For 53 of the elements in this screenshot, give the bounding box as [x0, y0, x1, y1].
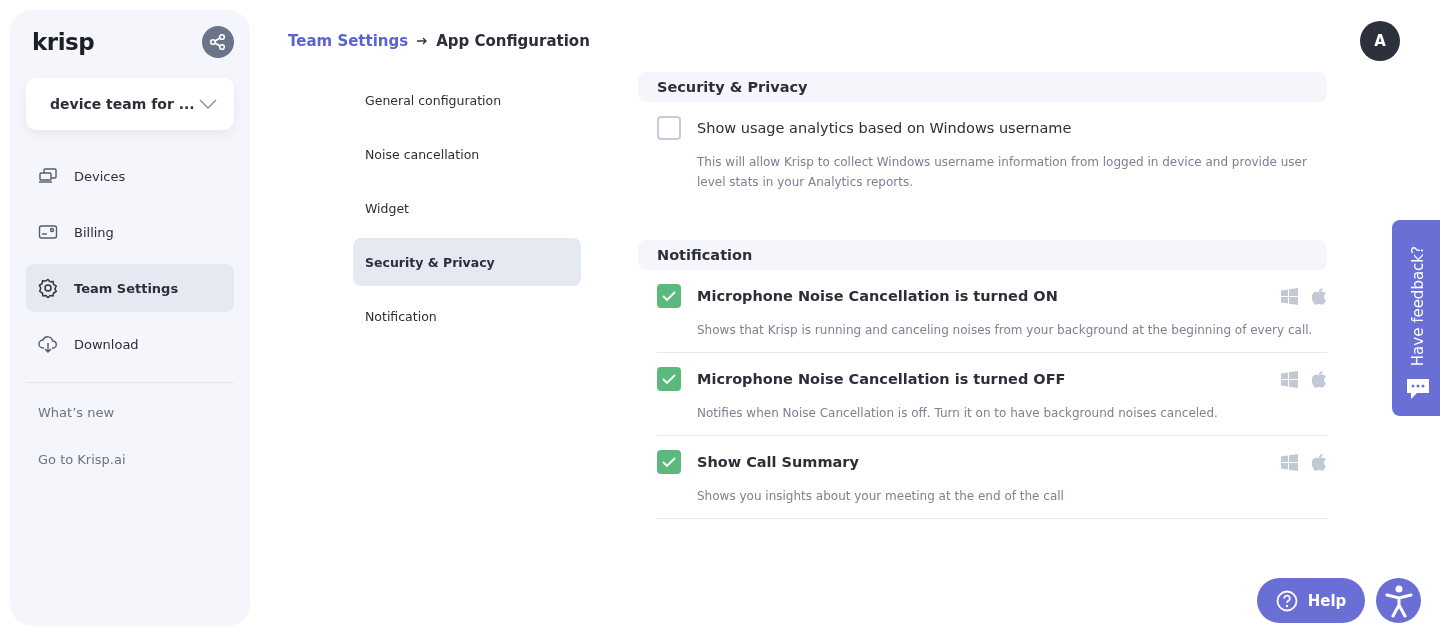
sidebar-item[interactable]: Download [26, 320, 234, 368]
apple-icon [1312, 370, 1327, 388]
sidebar-item[interactable]: Billing [26, 208, 234, 256]
checkmark-icon [661, 290, 677, 302]
sidebar-item[interactable]: Devices [26, 152, 234, 200]
settings-icon [38, 278, 58, 298]
page-title: App Configuration [436, 32, 590, 50]
subnav-item[interactable]: General configuration [353, 76, 581, 124]
apple-icon [1312, 287, 1327, 305]
question-icon [1275, 589, 1298, 612]
sidebar-link[interactable]: What’s new [26, 393, 234, 432]
chevron-down-icon [198, 98, 218, 110]
chat-bubble-icon [1405, 376, 1431, 402]
windows-icon [1281, 370, 1298, 388]
sidebar-link[interactable]: Go to Krisp.ai [26, 440, 234, 479]
team-dropdown[interactable]: device team for ... [26, 78, 234, 130]
checkmark-icon [661, 373, 677, 385]
share-icon [208, 32, 228, 52]
option-label: Show Call Summary [697, 454, 860, 470]
windows-icon [1281, 287, 1298, 305]
option-label: Show usage analytics based on Windows username [697, 120, 1073, 136]
option-label: Microphone Noise Cancellation is turned OFF [697, 371, 1067, 387]
devices-icon [38, 166, 58, 186]
option-description: This will allow Krisp to collect Windows username information from logged in device and provide user level stats in your Analytics reports. [697, 154, 1308, 191]
feedback-tab[interactable]: Have feedback? [1392, 220, 1440, 416]
apple-icon [1312, 453, 1327, 471]
arrow-right-icon [416, 36, 429, 46]
subnav-item[interactable]: Notification [353, 292, 581, 340]
cloud-download-icon [38, 334, 58, 354]
card-icon [38, 222, 58, 242]
breadcrumb-link[interactable]: Team Settings [288, 32, 409, 50]
subnav-item[interactable]: Noise cancellation [353, 130, 581, 178]
checkbox[interactable] [657, 284, 681, 308]
krisp-logo[interactable]: krisp [32, 29, 95, 55]
checkbox[interactable] [657, 367, 681, 391]
windows-icon [1281, 453, 1298, 471]
checkbox[interactable] [657, 116, 681, 140]
option-description: Shows you insights about your meeting at the end of the call [697, 488, 1065, 505]
option-description: Notifies when Noise Cancellation is off. Turn it on to have background noises canceled. [697, 405, 1219, 422]
help-button[interactable]: Help [1257, 578, 1365, 623]
checkmark-icon [661, 456, 677, 468]
accessibility-button[interactable] [1376, 578, 1421, 623]
section-header: Security & Privacy [638, 72, 1327, 102]
sidebar-item[interactable]: Team Settings [26, 264, 234, 312]
checkbox[interactable] [657, 450, 681, 474]
option-description: Shows that Krisp is running and canceling noises from your background at the beginning of every call. [697, 322, 1314, 339]
accessibility-icon [1383, 583, 1414, 618]
share-button[interactable] [202, 26, 234, 58]
subnav-item[interactable]: Security & Privacy [353, 238, 581, 286]
section-header: Notification [638, 240, 1327, 270]
option-label: Microphone Noise Cancellation is turned ON [697, 288, 1059, 304]
user-avatar[interactable]: A [1360, 21, 1400, 61]
subnav-item[interactable]: Widget [353, 184, 581, 232]
